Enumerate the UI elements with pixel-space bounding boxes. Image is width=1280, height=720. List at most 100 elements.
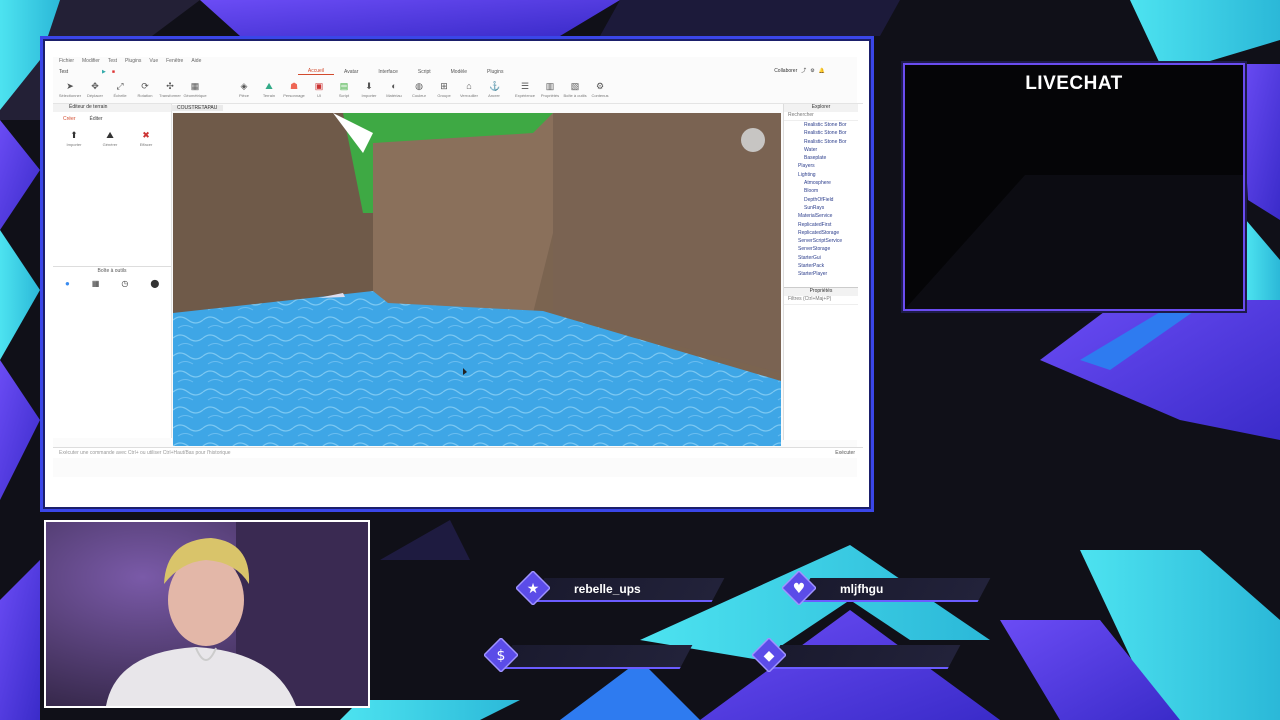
explorer-item[interactable]: Water	[784, 146, 858, 154]
explorer-search[interactable]: Rechercher	[784, 112, 858, 121]
svg-text:♥: ♥	[793, 581, 806, 597]
file-dropdown[interactable]: Test	[53, 69, 99, 75]
explorer-item[interactable]: ServerScriptService	[784, 237, 858, 245]
collaborate-button[interactable]: Collaborer	[774, 68, 797, 74]
menu-file[interactable]: Fichier	[59, 58, 74, 64]
select-tool[interactable]: ➤ Sélectionner	[59, 79, 81, 98]
lock-tool[interactable]: ⌂ Verrouiller	[458, 79, 480, 98]
tab-edit[interactable]: Éditer	[90, 116, 103, 122]
svg-text:$: $	[497, 648, 506, 664]
streamer-webcam-image	[46, 522, 368, 706]
rotate-tool[interactable]: ⟳ Rotation	[134, 79, 156, 98]
tab-home[interactable]: Accueil	[297, 68, 335, 75]
script-tool[interactable]: ▤ Script	[333, 79, 355, 98]
livechat-title: LIVECHAT	[1025, 73, 1123, 94]
command-bar[interactable]: Exécuter une commande avec Ctrl+ ou util…	[53, 447, 863, 458]
explorer-panel: Explorer Rechercher Realistic Stone Bor …	[783, 104, 858, 440]
explorer-item[interactable]: StarterPack	[784, 262, 858, 270]
menu-help[interactable]: Aide	[191, 58, 201, 64]
experience-tool[interactable]: ☰ Expérience	[514, 79, 536, 98]
anchor-tool[interactable]: ⚓ Ancrer	[483, 79, 505, 98]
material-tool[interactable]: ◐ Matériau	[383, 79, 405, 98]
explorer-item[interactable]: MaterialService	[784, 212, 858, 220]
menu-test[interactable]: Test	[108, 58, 117, 64]
social-dollar: $	[484, 638, 694, 672]
character-tool[interactable]: ☗ Personnage	[283, 79, 305, 98]
explorer-item[interactable]: Realistic Stone Bor	[784, 138, 858, 146]
run-button[interactable]: Exécuter	[835, 448, 855, 458]
terrain-tool[interactable]: ⛰ Terrain	[258, 79, 280, 98]
transform-tool[interactable]: ✣ Transformer	[159, 79, 181, 98]
terrain-import-button[interactable]: ⬆ Importer	[63, 128, 85, 147]
tab-model[interactable]: Modèle	[441, 69, 477, 75]
explorer-item[interactable]: Realistic Stone Bor	[784, 129, 858, 137]
terrain-generate-button[interactable]: ⛰ Générer	[99, 128, 121, 147]
tab-create[interactable]: Créer	[63, 116, 76, 122]
svg-text:★: ★	[527, 581, 540, 597]
notification-icon[interactable]: 🔔	[819, 68, 825, 74]
tab-plugins[interactable]: Plugins	[477, 69, 513, 75]
recent-icon[interactable]: ◷	[121, 279, 128, 288]
menu-window[interactable]: Fenêtre	[166, 58, 183, 64]
rotate-icon: ⟳	[141, 81, 149, 91]
inventory-icon[interactable]: ▦	[92, 279, 100, 288]
menu-view[interactable]: Vue	[149, 58, 158, 64]
creations-icon[interactable]: ⬤	[150, 279, 159, 288]
social-handle: mljfhgu	[840, 582, 884, 596]
menu-edit[interactable]: Modifier	[82, 58, 100, 64]
ui-icon: ▣	[314, 81, 324, 91]
contents-tool[interactable]: ⚙ Contenus	[589, 79, 611, 98]
properties-filter[interactable]: Filtres (Ctrl+Maj+P)	[784, 296, 858, 305]
color-tool[interactable]: ◍ Couleur	[408, 79, 430, 98]
terrain-clear-button[interactable]: ✖ Effacer	[135, 128, 157, 147]
contents-icon: ⚙	[595, 81, 605, 91]
part-tool[interactable]: ◈ Pièce	[233, 79, 255, 98]
import-icon: ⬇	[365, 81, 373, 91]
toolbox-title: Boîte à outils	[97, 268, 127, 274]
toolbox-tool[interactable]: ▧ Boîte à outils	[563, 79, 586, 98]
share-icon[interactable]: ⤴	[801, 67, 806, 74]
menu-plugins[interactable]: Plugins	[125, 58, 141, 64]
tab-ui[interactable]: Interface	[368, 69, 407, 75]
ui-tool[interactable]: ▣ UI	[308, 79, 330, 98]
settings-icon[interactable]: ⚙	[810, 68, 814, 74]
explorer-item[interactable]: Atmosphere	[784, 179, 858, 187]
tab-script[interactable]: Script	[408, 69, 441, 75]
heart-icon: ♥	[782, 571, 816, 605]
explorer-item[interactable]: StarterGui	[784, 254, 858, 262]
roblox-studio: Fichier Modifier Test Plugins Vue Fenêtr…	[53, 57, 863, 477]
explorer-item[interactable]: Baseplate	[784, 154, 858, 162]
generate-icon: ⛰	[106, 130, 114, 140]
group-tool[interactable]: ⊞ Groupe	[433, 79, 455, 98]
group-icon: ⊞	[440, 81, 448, 91]
tab-avatar[interactable]: Avatar	[334, 69, 368, 75]
scale-tool[interactable]: ⤢ Échelle	[109, 79, 131, 98]
explorer-item[interactable]: Bloom	[784, 187, 858, 195]
explorer-item[interactable]: ReplicatedFirst	[784, 221, 858, 229]
explorer-item[interactable]: Lighting	[784, 171, 858, 179]
explorer-item[interactable]: Players	[784, 162, 858, 170]
move-tool[interactable]: ✥ Déplacer	[84, 79, 106, 98]
explorer-item[interactable]: Realistic Stone Bor	[784, 121, 858, 129]
svg-text:◆: ◆	[764, 648, 775, 664]
explorer-item[interactable]: DepthOfField	[784, 196, 858, 204]
document-tabs: COUSTRETAPAU	[171, 104, 781, 112]
3d-viewport[interactable]	[173, 113, 781, 446]
play-icon[interactable]: ▶	[102, 69, 106, 75]
diamond-icon: ◆	[752, 638, 786, 672]
command-input[interactable]: Exécuter une commande avec Ctrl+ ou util…	[59, 450, 231, 456]
menu-bar: Fichier Modifier Test Plugins Vue Fenêtr…	[53, 57, 863, 65]
explorer-item[interactable]: StarterPlayer	[784, 270, 858, 278]
properties-tool[interactable]: ▥ Propriétés	[539, 79, 561, 98]
document-tab[interactable]: COUSTRETAPAU	[171, 105, 224, 111]
import-tool[interactable]: ⬇ Importer	[358, 79, 380, 98]
explorer-item[interactable]: SunRays	[784, 204, 858, 212]
explorer-title: Explorer	[784, 104, 858, 112]
explorer-item[interactable]: ReplicatedStorage	[784, 229, 858, 237]
marketplace-icon[interactable]: ●	[65, 279, 70, 288]
script-icon: ▤	[339, 81, 349, 91]
stop-icon[interactable]: ■	[112, 69, 115, 75]
geometric-tool[interactable]: ▦ Géométrique	[183, 79, 206, 98]
grid-icon: ▦	[190, 81, 200, 91]
explorer-item[interactable]: ServerStorage	[784, 245, 858, 253]
